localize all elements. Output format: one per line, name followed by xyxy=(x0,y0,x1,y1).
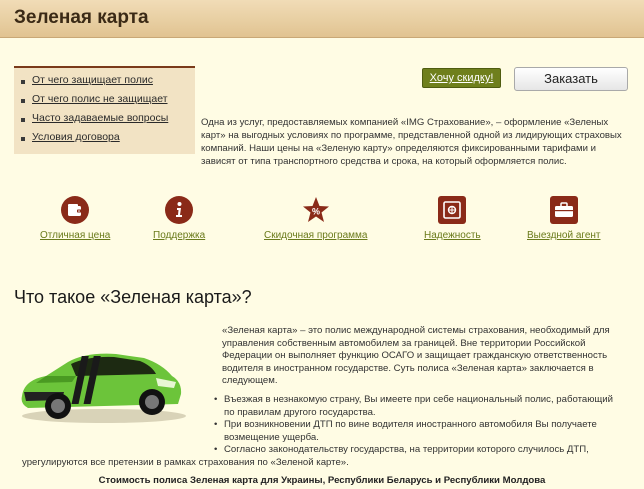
feature-support[interactable]: Поддержка xyxy=(153,196,205,241)
feature-discount-program[interactable]: % Скидочная программа xyxy=(264,196,367,241)
safe-icon xyxy=(438,196,467,224)
section-tail-text: урегулируются все претензии в рамках стр… xyxy=(22,457,349,468)
menu-link-terms[interactable]: Условия договора xyxy=(32,131,120,143)
section-description: «Зеленая карта» – это полис международно… xyxy=(222,325,610,386)
menu-link-faq[interactable]: Часто задаваемые вопросы xyxy=(32,112,168,124)
menu-link-protects[interactable]: От чего защищает полис xyxy=(32,74,153,86)
section-bullets: Въезжая в незнакомую страну, Вы имеете п… xyxy=(212,394,618,457)
percent-star-icon: % xyxy=(302,196,330,224)
bullet-item: Согласно законодательству государства, н… xyxy=(212,444,618,457)
feature-support-link[interactable]: Поддержка xyxy=(153,230,205,241)
feature-agent[interactable]: Выездной агент xyxy=(527,196,601,241)
intro-text: Одна из услуг, предоставляемых компанией… xyxy=(201,117,622,167)
page-title: Зеленая карта xyxy=(14,7,149,28)
info-icon xyxy=(165,196,194,224)
feature-reliability[interactable]: Надежность xyxy=(424,196,481,241)
briefcase-icon xyxy=(549,196,578,224)
discount-button[interactable]: Хочу скидку! xyxy=(422,68,501,88)
bullet-item: При возникновении ДТП по вине водителя и… xyxy=(212,419,618,444)
car-image xyxy=(16,336,186,426)
menu-item-protects[interactable]: От чего защищает полис xyxy=(14,74,195,93)
page-header: Зеленая карта xyxy=(0,0,644,38)
feature-reliability-link[interactable]: Надежность xyxy=(424,230,481,241)
bullet-item: Въезжая в незнакомую страну, Вы имеете п… xyxy=(212,394,618,419)
feature-discount-program-link[interactable]: Скидочная программа xyxy=(264,230,367,241)
features-row: Отличная цена Поддержка % Скидочная прог… xyxy=(14,196,630,244)
cost-heading: Стоимость полиса Зеленая карта для Украи… xyxy=(98,475,546,486)
section-title: Что такое «Зеленая карта»? xyxy=(14,287,252,307)
feature-agent-link[interactable]: Выездной агент xyxy=(527,230,601,241)
side-menu: От чего защищает полис От чего полис не … xyxy=(14,66,195,154)
order-button[interactable]: Заказать xyxy=(514,67,628,91)
discount-button-label: Хочу скидку! xyxy=(429,72,494,84)
feature-price-link[interactable]: Отличная цена xyxy=(40,230,110,241)
svg-text:%: % xyxy=(312,207,320,217)
feature-price[interactable]: Отличная цена xyxy=(40,196,110,241)
menu-link-not-protects[interactable]: От чего полис не защищает xyxy=(32,93,168,105)
menu-item-faq[interactable]: Часто задаваемые вопросы xyxy=(14,112,195,131)
menu-item-not-protects[interactable]: От чего полис не защищает xyxy=(14,93,195,112)
menu-item-terms[interactable]: Условия договора xyxy=(14,131,195,150)
wallet-icon xyxy=(61,196,90,224)
